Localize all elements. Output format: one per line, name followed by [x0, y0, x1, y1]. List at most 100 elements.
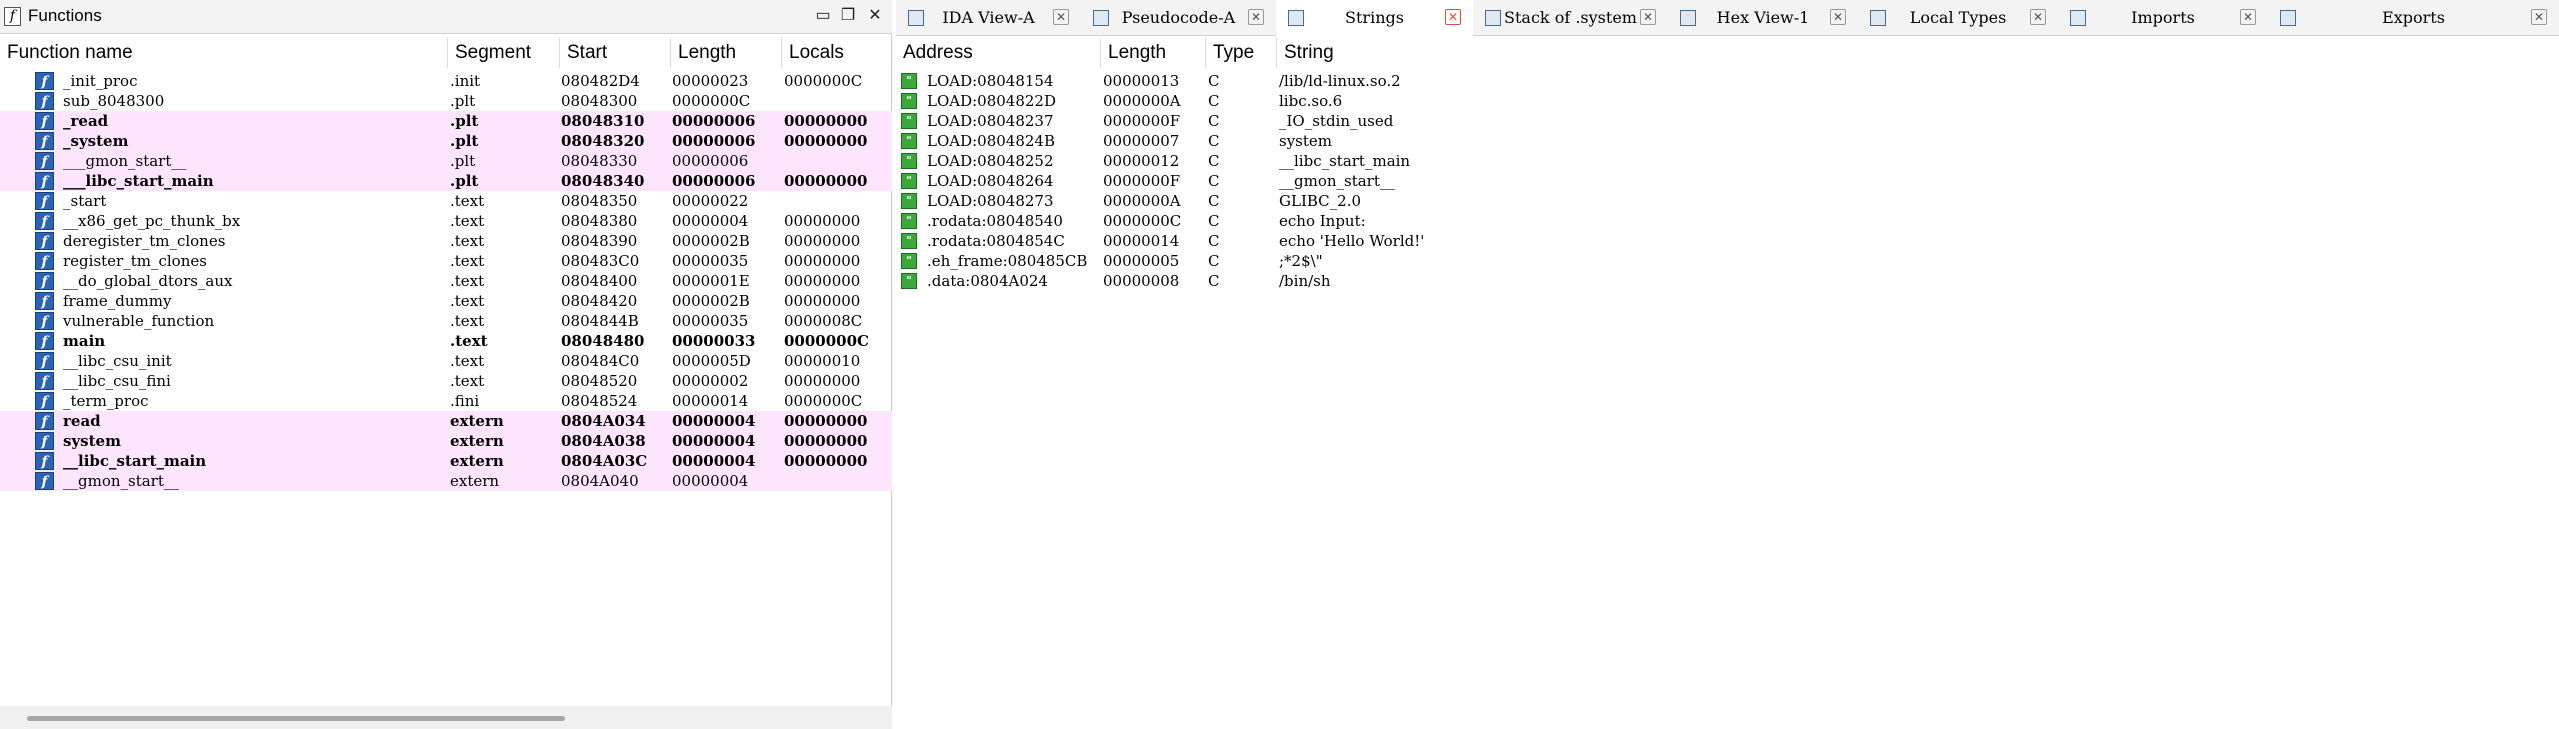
function-length: 00000004 [672, 432, 756, 450]
function-icon: f [35, 92, 54, 110]
string-row[interactable]: " LOAD:08048264 0000000F C __gmon_start__ [896, 171, 1796, 191]
function-row[interactable]: f _term_proc .fini 08048524 00000014 0000000C [0, 391, 892, 411]
column-type[interactable]: Type [1206, 38, 1277, 68]
tab-local-types[interactable]: Local Types ✕ [1858, 0, 2058, 36]
function-row[interactable]: f frame_dummy .text 08048420 0000002B 0000000… [0, 291, 892, 311]
function-start: 08048330 [561, 152, 638, 170]
function-name: _system [63, 132, 129, 150]
function-row[interactable]: f _system .plt 08048320 00000006 00000000 [0, 131, 892, 151]
string-length: 0000000C [1103, 212, 1182, 230]
function-row[interactable]: f __do_global_dtors_aux .text 08048400 00000… [0, 271, 892, 291]
function-name: _read [63, 112, 109, 130]
tab-close-icon[interactable]: ✕ [2531, 9, 2547, 25]
string-value: __gmon_start__ [1279, 172, 1395, 190]
tab-imports[interactable]: Imports ✕ [2058, 0, 2268, 36]
tab-ida-view-a[interactable]: IDA View-A ✕ [896, 0, 1081, 36]
string-row[interactable]: " .rodata:08048540 0000000C Cecho Input: [896, 211, 1796, 231]
string-row[interactable]: " .rodata:0804854C 00000014 Cecho 'Hello Wo… [896, 231, 1796, 251]
string-address: LOAD:08048273 [927, 192, 1054, 210]
string-row[interactable]: " .eh_frame:080485CB 00000005 C ;*2$\" [896, 251, 1796, 271]
string-row[interactable]: " LOAD:08048237 0000000F C _IO_stdin_used [896, 111, 1796, 131]
functions-list: f _init_proc .init 080482D4 00000023 0000000C… [0, 71, 892, 491]
tab-close-icon[interactable]: ✕ [1445, 9, 1461, 25]
tab-strings[interactable]: Strings ✕ [1276, 0, 1473, 36]
function-row[interactable]: f deregister_tm_clones .text 08048390 000000… [0, 231, 892, 251]
function-locals: 00000000 [784, 412, 868, 430]
tab-exports[interactable]: Exports ✕ [2268, 0, 2559, 36]
function-row[interactable]: f _read .plt 08048310 00000006 00000000 [0, 111, 892, 131]
function-name: _term_proc [63, 392, 149, 410]
close-icon[interactable]: ✕ [864, 5, 886, 27]
column-address[interactable]: Address [896, 38, 1101, 68]
string-icon: " [901, 73, 917, 89]
string-row[interactable]: " .data:0804A024 00000008 C/bin/sh [896, 271, 1796, 291]
tab-close-icon[interactable]: ✕ [2030, 9, 2046, 25]
function-start: 0804A03C [561, 452, 648, 470]
function-row[interactable]: f read extern 0804A034 00000004 00000000 [0, 411, 892, 431]
function-row[interactable]: f register_tm_clones .text 080483C0 00000035… [0, 251, 892, 271]
tab-close-icon[interactable]: ✕ [1640, 9, 1656, 25]
function-icon: f [35, 452, 54, 470]
function-locals: 00000000 [784, 272, 861, 290]
string-address: LOAD:08048252 [927, 152, 1054, 170]
scrollbar-thumb[interactable] [27, 716, 565, 721]
function-segment: .text [450, 292, 485, 310]
function-segment: .text [450, 372, 485, 390]
functions-column-header: Function name Segment Start Length Local… [0, 38, 892, 68]
function-locals: 0000000C [784, 72, 863, 90]
function-row[interactable]: f main .text 08048480 00000033 0000000C [0, 331, 892, 351]
function-name: read [63, 412, 101, 430]
maximize-icon[interactable]: ▭ [812, 5, 834, 27]
column-locals[interactable]: Locals [782, 38, 892, 68]
column-string-length[interactable]: Length [1101, 38, 1206, 68]
string-value: __libc_start_main [1279, 152, 1411, 170]
function-length: 00000004 [672, 472, 749, 490]
function-row[interactable]: f system extern 0804A038 00000004 00000000 [0, 431, 892, 451]
function-row[interactable]: f __libc_csu_init .text 080484C0 0000005D 000… [0, 351, 892, 371]
function-locals: 00000000 [784, 432, 868, 450]
function-row[interactable]: f _init_proc .init 080482D4 00000023 0000000C [0, 71, 892, 91]
string-length: 0000000F [1103, 172, 1181, 190]
function-row[interactable]: f __libc_csu_fini .text 08048520 00000002 000… [0, 371, 892, 391]
tab-close-icon[interactable]: ✕ [1248, 9, 1264, 25]
column-function-name[interactable]: Function name [0, 38, 448, 68]
function-row[interactable]: f sub_8048300 .plt 08048300 0000000C [0, 91, 892, 111]
function-row[interactable]: f __libc_start_main extern 0804A03C 00000004… [0, 451, 892, 471]
string-type: C [1208, 72, 1220, 90]
function-icon: f [35, 412, 54, 430]
function-start: 08048520 [561, 372, 638, 390]
function-start: 080483C0 [561, 252, 640, 270]
tab-close-icon[interactable]: ✕ [2240, 9, 2256, 25]
tab-close-icon[interactable]: ✕ [1830, 9, 1846, 25]
function-start: 08048400 [561, 272, 638, 290]
function-name: __gmon_start__ [63, 472, 179, 490]
string-row[interactable]: " LOAD:0804824B 00000007 Csystem [896, 131, 1796, 151]
string-value: system [1279, 132, 1332, 150]
string-row[interactable]: " LOAD:0804822D 0000000A Clibc.so.6 [896, 91, 1796, 111]
tab-pseudocode-a[interactable]: Pseudocode-A ✕ [1081, 0, 1276, 36]
tab-hex-view-1[interactable]: Hex View-1 ✕ [1668, 0, 1858, 36]
function-row[interactable]: f _start .text 08048350 00000022 [0, 191, 892, 211]
string-row[interactable]: " LOAD:08048273 0000000A C GLIBC_2.0 [896, 191, 1796, 211]
function-locals: 0000000C [784, 332, 869, 350]
function-length: 00000023 [672, 72, 749, 90]
column-length[interactable]: Length [671, 38, 782, 68]
restore-icon[interactable]: ❐ [837, 5, 859, 27]
function-row[interactable]: f __gmon_start__ extern 0804A040 00000004 [0, 471, 892, 491]
function-row[interactable]: f ___libc_start_main .plt 08048340 00000006 0… [0, 171, 892, 191]
string-value: /bin/sh [1279, 272, 1331, 290]
column-start[interactable]: Start [560, 38, 671, 68]
column-segment[interactable]: Segment [448, 38, 560, 68]
tab-label: Exports [2382, 8, 2445, 27]
function-row[interactable]: f vulnerable_function .text 0804844B 0000003… [0, 311, 892, 331]
function-row[interactable]: f ___gmon_start__ .plt 08048330 00000006 [0, 151, 892, 171]
column-string[interactable]: String [1277, 38, 1677, 68]
tab-close-icon[interactable]: ✕ [1053, 9, 1069, 25]
function-length: 00000035 [672, 312, 749, 330]
string-row[interactable]: " LOAD:08048154 00000013 C/lib/ld-linux.so.… [896, 71, 1796, 91]
function-locals: 0000008C [784, 312, 863, 330]
string-row[interactable]: " LOAD:08048252 00000012 C __libc_start_main [896, 151, 1796, 171]
tab-stack-of-system[interactable]: Stack of .system ✕ [1473, 0, 1668, 36]
horizontal-scrollbar[interactable] [0, 706, 892, 729]
function-row[interactable]: f __x86_get_pc_thunk_bx .text 08048380 00000… [0, 211, 892, 231]
